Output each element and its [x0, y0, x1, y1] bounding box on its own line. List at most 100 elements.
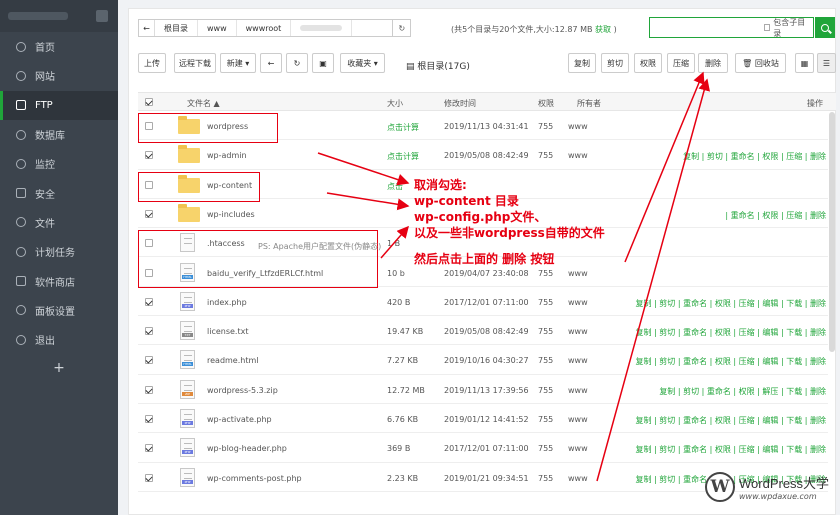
file-perm[interactable]: 755: [538, 356, 553, 365]
file-perm[interactable]: 755: [538, 474, 553, 483]
cut-button[interactable]: 剪切: [601, 53, 629, 73]
row-checkbox[interactable]: [145, 327, 153, 336]
file-perm[interactable]: 755: [538, 122, 553, 131]
refresh-button[interactable]: ↻: [286, 53, 308, 73]
file-owner[interactable]: www: [568, 151, 588, 160]
file-perm[interactable]: 755: [538, 151, 553, 160]
table-row[interactable]: PHP wp-blog-header.php 369 B 2017/12/01 07:…: [138, 433, 828, 463]
row-checkbox[interactable]: [145, 356, 153, 365]
grid-view-button[interactable]: ▦: [795, 53, 814, 73]
file-name[interactable]: index.php: [207, 298, 247, 307]
remote-download-button[interactable]: 远程下载: [174, 53, 216, 73]
file-perm[interactable]: 755: [538, 415, 553, 424]
file-owner[interactable]: www: [568, 122, 588, 131]
file-name[interactable]: wp-activate.php: [207, 415, 272, 424]
back-button[interactable]: ←: [260, 53, 282, 73]
row-checkbox[interactable]: [145, 473, 153, 482]
row-checkbox[interactable]: [145, 151, 153, 160]
file-perm[interactable]: 755: [538, 269, 553, 278]
breadcrumb-wwwroot[interactable]: wwwroot: [237, 20, 292, 36]
row-actions[interactable]: 复制 | 剪切 | 重命名 | 权限 | 解压 | 下载 | 删除: [659, 386, 826, 397]
breadcrumb-root[interactable]: 根目录: [155, 20, 198, 36]
row-actions[interactable]: | 重命名 | 权限 | 压缩 | 删除: [725, 210, 826, 221]
row-checkbox[interactable]: [145, 385, 153, 394]
sidebar-item-0[interactable]: 首页: [0, 32, 118, 61]
file-size[interactable]: 点击计算: [387, 151, 419, 162]
file-size[interactable]: 点击: [387, 181, 403, 192]
file-perm[interactable]: 755: [538, 327, 553, 336]
file-name[interactable]: wp-comments-post.php: [207, 474, 302, 483]
sidebar-item-9[interactable]: 面板设置: [0, 296, 118, 325]
row-checkbox[interactable]: [145, 297, 153, 306]
row-actions[interactable]: 复制 | 剪切 | 重命名 | 权限 | 压缩 | 删除: [683, 151, 826, 162]
file-name[interactable]: readme.html: [207, 356, 259, 365]
sidebar-item-2[interactable]: FTP: [0, 90, 118, 120]
sidebar-item-3[interactable]: 数据库: [0, 120, 118, 149]
copy-button[interactable]: 复制: [568, 53, 596, 73]
sidebar-item-1[interactable]: 网站: [0, 61, 118, 90]
select-all-checkbox[interactable]: [145, 98, 153, 106]
path-input[interactable]: [352, 20, 392, 36]
sidebar-item-7[interactable]: 计划任务: [0, 237, 118, 266]
search-button[interactable]: [815, 17, 835, 38]
disk-root[interactable]: ▤ 根目录(17G): [406, 59, 470, 72]
recycle-bin-button[interactable]: 🗑 回收站: [735, 53, 786, 73]
search-input[interactable]: [650, 18, 764, 37]
table-row[interactable]: wp-admin 点击计算 2019/05/08 08:42:49 755 www 复制 …: [138, 140, 828, 170]
file-owner[interactable]: www: [568, 356, 588, 365]
scrollbar[interactable]: [829, 112, 835, 352]
compress-button[interactable]: 压缩: [667, 53, 695, 73]
row-actions[interactable]: 复制 | 剪切 | 重命名 | 权限 | 压缩 | 编辑 | 下载 | 删除: [636, 444, 826, 455]
add-menu-button[interactable]: +: [0, 354, 118, 382]
row-actions[interactable]: 复制 | 剪切 | 重命名 | 权限 | 压缩 | 编辑 | 下载 | 删除: [636, 327, 826, 338]
file-name[interactable]: wordpress-5.3.zip: [207, 386, 278, 395]
upload-button[interactable]: 上传: [138, 53, 166, 73]
table-row[interactable]: PHP wp-activate.php 6.76 KB 2019/01/12 14:4…: [138, 404, 828, 434]
col-name[interactable]: 文件名 ▲: [187, 98, 220, 109]
file-owner[interactable]: www: [568, 298, 588, 307]
permission-button[interactable]: 权限: [634, 53, 662, 73]
table-row[interactable]: TXT license.txt 19.47 KB 2019/05/08 08:42:4…: [138, 316, 828, 346]
row-checkbox[interactable]: [145, 444, 153, 453]
file-perm[interactable]: 755: [538, 298, 553, 307]
file-owner[interactable]: www: [568, 327, 588, 336]
sidebar-item-label: 软件商店: [35, 277, 75, 289]
favorites-dropdown-button[interactable]: 收藏夹 ▾: [340, 53, 385, 73]
refresh-path-icon[interactable]: ↻: [393, 19, 412, 37]
row-actions[interactable]: 复制 | 剪切 | 重命名 | 权限 | 压缩 | 编辑 | 下载 | 删除: [636, 415, 826, 426]
notification-icon[interactable]: [96, 10, 108, 22]
table-row[interactable]: HTML readme.html 7.27 KB 2019/10/16 04:30:2…: [138, 345, 828, 375]
row-checkbox[interactable]: [145, 415, 153, 423]
breadcrumb-site-blurred[interactable]: [291, 20, 353, 36]
file-owner[interactable]: www: [568, 269, 588, 278]
table-row[interactable]: ZIP wordpress-5.3.zip 12.72 MB 2019/11/13 1…: [138, 375, 828, 404]
row-actions[interactable]: 复制 | 剪切 | 重命名 | 权限 | 压缩 | 编辑 | 下载 | 删除: [636, 298, 826, 309]
table-row[interactable]: PHP index.php 420 B 2017/12/01 07:11:00 755 w…: [138, 287, 828, 317]
file-owner[interactable]: www: [568, 386, 588, 395]
file-owner[interactable]: www: [568, 474, 588, 483]
row-checkbox[interactable]: [145, 209, 153, 218]
file-size[interactable]: 点击计算: [387, 122, 419, 133]
list-view-button[interactable]: ☰: [817, 53, 836, 73]
file-perm[interactable]: 755: [538, 444, 553, 453]
sidebar-item-8[interactable]: 软件商店: [0, 266, 118, 295]
sidebar-item-4[interactable]: 监控: [0, 149, 118, 178]
back-arrow-icon[interactable]: ←: [139, 20, 155, 36]
sidebar-item-10[interactable]: 退出: [0, 325, 118, 354]
file-owner[interactable]: www: [568, 415, 588, 424]
breadcrumb-www[interactable]: www: [198, 20, 237, 36]
include-subdir-checkbox[interactable]: [764, 24, 771, 31]
row-actions[interactable]: 复制 | 剪切 | 重命名 | 权限 | 压缩 | 编辑 | 下载 | 删除: [636, 356, 826, 367]
get-size-link[interactable]: 获取: [595, 25, 611, 34]
file-name[interactable]: wp-admin: [207, 151, 247, 160]
file-name[interactable]: wp-blog-header.php: [207, 444, 287, 453]
file-perm[interactable]: 755: [538, 386, 553, 395]
new-dropdown-button[interactable]: 新建 ▾: [220, 53, 256, 73]
delete-button[interactable]: 删除: [698, 53, 728, 73]
file-name[interactable]: wp-includes: [207, 210, 255, 219]
sidebar-item-6[interactable]: 文件: [0, 208, 118, 237]
sidebar-item-5[interactable]: 安全: [0, 178, 118, 207]
file-name[interactable]: license.txt: [207, 327, 248, 336]
terminal-button[interactable]: ▣: [312, 53, 334, 73]
file-owner[interactable]: www: [568, 444, 588, 453]
